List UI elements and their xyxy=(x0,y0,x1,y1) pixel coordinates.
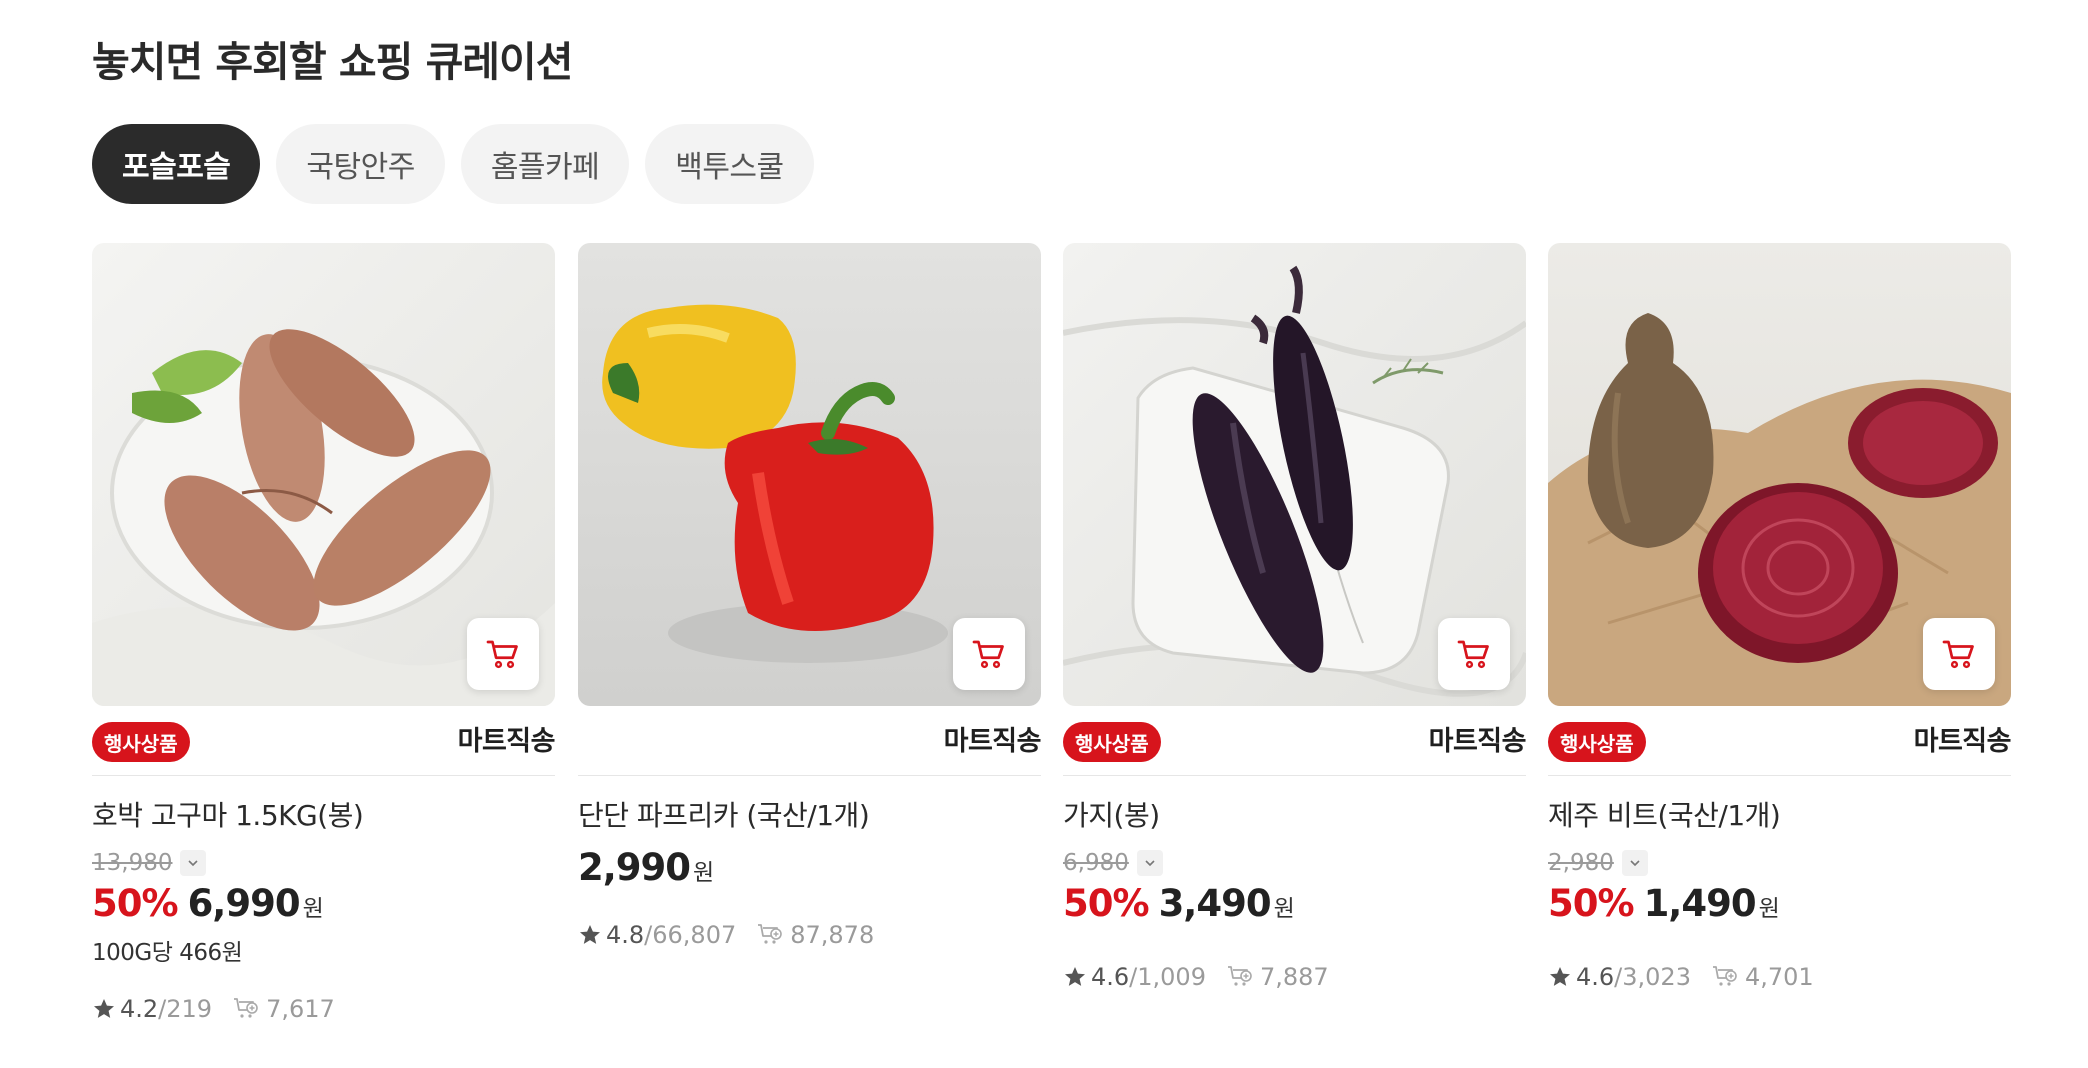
product-image[interactable] xyxy=(578,243,1041,706)
sale-price: 6,990 xyxy=(187,882,301,925)
product-image[interactable] xyxy=(92,243,555,706)
currency-label: 원 xyxy=(302,896,324,922)
cart-count: 7,617 xyxy=(266,995,335,1023)
review-count: /219 xyxy=(158,995,213,1023)
category-tabs: 포슬포슬 국탕안주 홈플카페 백투스쿨 xyxy=(92,124,814,204)
rating-value: 4.6 xyxy=(1576,963,1615,991)
promo-badge: 행사상품 xyxy=(92,722,190,762)
discount-rate: 50% xyxy=(92,882,179,925)
currency-label: 원 xyxy=(1758,896,1780,922)
add-to-cart-button[interactable] xyxy=(953,618,1025,690)
product-name[interactable]: 호박 고구마 1.5KG(봉) xyxy=(92,796,555,836)
add-to-cart-button[interactable] xyxy=(467,618,539,690)
tab-poseul-poseul[interactable]: 포슬포슬 xyxy=(92,124,261,204)
product-image[interactable] xyxy=(1063,243,1526,706)
currency-label: 원 xyxy=(693,860,715,886)
unit-price: 100G당 466원 xyxy=(92,940,243,966)
cart-plus-icon xyxy=(234,998,258,1018)
star-icon xyxy=(94,999,114,1018)
promo-badge: 행사상품 xyxy=(1548,722,1646,762)
sale-price: 1,490 xyxy=(1643,882,1757,925)
cart-icon xyxy=(486,640,518,669)
product-card[interactable]: 행사상품 마트직송 제주 비트(국산/1개) 2,980 50% 1,490 원… xyxy=(1548,243,2012,991)
currency-label: 원 xyxy=(1273,896,1295,922)
cart-plus-icon xyxy=(758,924,783,944)
product-meta: 행사상품 마트직송 xyxy=(92,722,556,776)
original-price-row: 13,980 xyxy=(92,848,555,878)
star-icon xyxy=(580,925,600,944)
cart-icon xyxy=(972,640,1004,669)
original-price-row: 6,980 xyxy=(1063,848,1526,878)
delivery-label: 마트직송 xyxy=(943,726,1042,757)
rating-value: 4.6 xyxy=(1091,963,1130,991)
cart-count: 7,887 xyxy=(1259,963,1329,991)
price-detail-toggle[interactable] xyxy=(180,850,207,876)
delivery-label: 마트직송 xyxy=(1428,726,1527,757)
add-to-cart-button[interactable] xyxy=(1438,618,1510,690)
promo-badge: 행사상품 xyxy=(1063,722,1161,762)
tab-guktang-anju[interactable]: 국탕안주 xyxy=(276,124,445,204)
original-price: 2,980 xyxy=(1548,850,1614,876)
section-title: 놓치면 후회할 쇼핑 큐레이션 xyxy=(92,38,573,86)
price-row: 2,990 원 xyxy=(578,846,1041,889)
product-meta: 마트직송 xyxy=(578,722,1042,776)
price-detail-toggle[interactable] xyxy=(1136,850,1163,876)
chevron-down-icon xyxy=(188,860,199,867)
rating-value: 4.2 xyxy=(120,995,159,1023)
cart-plus-icon xyxy=(1227,966,1252,986)
discount-rate: 50% xyxy=(1063,882,1150,925)
review-row: 4.6 /3,023 4,701 xyxy=(1548,963,2011,991)
cart-plus-icon xyxy=(1712,966,1737,986)
star-icon xyxy=(1065,967,1085,986)
cart-count: 4,701 xyxy=(1744,963,1814,991)
cart-count: 87,878 xyxy=(790,921,875,949)
price-row: 50% 3,490 원 xyxy=(1063,882,1526,925)
price-row: 50% 1,490 원 xyxy=(1548,882,2011,925)
original-price: 13,980 xyxy=(92,850,173,876)
original-price-row: 2,980 xyxy=(1548,848,2011,878)
curation-section: 놓치면 후회할 쇼핑 큐레이션 포슬포슬 국탕안주 홈플카페 백투스쿨 행사상품… xyxy=(0,0,2088,1068)
review-row: 4.2 /219 7,617 xyxy=(92,995,555,1023)
discount-rate: 50% xyxy=(1548,882,1635,925)
review-count: /66,807 xyxy=(644,921,737,949)
delivery-label: 마트직송 xyxy=(1913,726,2012,757)
delivery-label: 마트직송 xyxy=(457,726,556,757)
rating-value: 4.8 xyxy=(606,921,645,949)
tab-back-to-school[interactable]: 백투스쿨 xyxy=(645,124,814,204)
product-name[interactable]: 제주 비트(국산/1개) xyxy=(1548,796,2011,836)
review-row: 4.6 /1,009 7,887 xyxy=(1063,963,1526,991)
tab-homeple-cafe[interactable]: 홈플카페 xyxy=(460,124,630,204)
product-card[interactable]: 행사상품 마트직송 가지(봉) 6,980 50% 3,490 원 4.6 /1… xyxy=(1063,243,1527,991)
sale-price: 2,990 xyxy=(578,846,691,889)
chevron-down-icon xyxy=(1630,860,1640,867)
review-count: /3,023 xyxy=(1614,963,1691,991)
original-price: 6,980 xyxy=(1063,850,1129,876)
product-name[interactable]: 단단 파프리카 (국산/1개) xyxy=(578,796,1041,836)
product-grid: 행사상품 마트직송 호박 고구마 1.5KG(봉) 13,980 50% 6,9… xyxy=(92,243,2012,1063)
product-card[interactable]: 행사상품 마트직송 호박 고구마 1.5KG(봉) 13,980 50% 6,9… xyxy=(92,243,556,1023)
cart-icon xyxy=(1457,640,1489,669)
add-to-cart-button[interactable] xyxy=(1923,618,1995,690)
sale-price: 3,490 xyxy=(1158,882,1272,925)
price-detail-toggle[interactable] xyxy=(1621,850,1648,876)
price-row: 50% 6,990 원 xyxy=(92,882,555,925)
product-meta: 행사상품 마트직송 xyxy=(1548,722,2012,776)
review-row: 4.8 /66,807 87,878 xyxy=(578,921,1041,949)
star-icon xyxy=(1550,967,1570,986)
product-image[interactable] xyxy=(1548,243,2011,706)
cart-icon xyxy=(1942,640,1974,669)
review-count: /1,009 xyxy=(1129,963,1206,991)
chevron-down-icon xyxy=(1145,860,1155,867)
product-meta: 행사상품 마트직송 xyxy=(1063,722,1527,776)
product-name[interactable]: 가지(봉) xyxy=(1063,796,1526,836)
product-card[interactable]: 마트직송 단단 파프리카 (국산/1개) 2,990 원 4.8 /66,807… xyxy=(578,243,1042,949)
